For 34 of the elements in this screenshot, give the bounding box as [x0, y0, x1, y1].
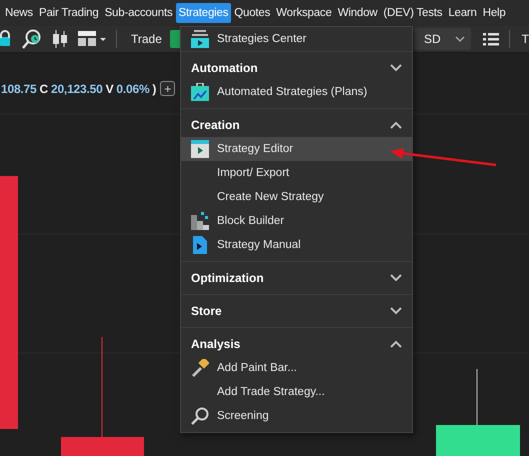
price-value: 0.06%: [116, 82, 150, 96]
menu-item[interactable]: Strategies Center: [181, 27, 412, 51]
price-label: C: [40, 82, 48, 96]
menu-item[interactable]: Window: [334, 3, 380, 23]
menu-item[interactable]: Add Paint Bar...: [181, 356, 412, 380]
currency-dropdown[interactable]: SD: [414, 28, 471, 50]
section-header[interactable]: Creation: [181, 113, 412, 137]
menu-item[interactable]: Strategy Manual: [181, 233, 412, 257]
menu-item[interactable]: Import/ Export: [181, 161, 412, 185]
price-value: 20,123.50: [50, 82, 103, 96]
menu-item[interactable]: Pair Trading: [36, 3, 102, 23]
price-label: V: [106, 82, 114, 96]
menu-item[interactable]: Create New Strategy: [181, 185, 412, 209]
section-header[interactable]: Automation: [181, 56, 412, 80]
menu-item[interactable]: News: [2, 3, 36, 23]
menu-item[interactable]: Block Builder: [181, 209, 412, 233]
section-header[interactable]: Store: [181, 299, 412, 323]
trade-button[interactable]: Trade: [127, 32, 166, 46]
price-value: 108.75: [1, 82, 37, 96]
menu-item[interactable]: Workspace: [273, 3, 335, 23]
menu-item[interactable]: Sub-accounts: [102, 3, 176, 23]
menu-item[interactable]: Automated Strategies (Plans): [181, 80, 412, 104]
section-header[interactable]: Analysis: [181, 332, 412, 356]
section-header[interactable]: Optimization: [181, 266, 412, 290]
menu-item[interactable]: Learn: [445, 3, 480, 23]
price-label: ): [152, 82, 156, 96]
toolbar-label[interactable]: T: [522, 32, 529, 46]
menu-item[interactable]: (DEV) Tests: [380, 3, 446, 23]
menu-item[interactable]: Add Trade Strategy...: [181, 380, 412, 404]
menu-item[interactable]: Quotes: [231, 3, 274, 23]
menu-item[interactable]: Help: [480, 3, 509, 23]
menu-item[interactable]: Screening: [181, 404, 412, 428]
menu-item[interactable]: Strategy Editor: [181, 137, 412, 161]
add-button[interactable]: +: [160, 81, 176, 96]
